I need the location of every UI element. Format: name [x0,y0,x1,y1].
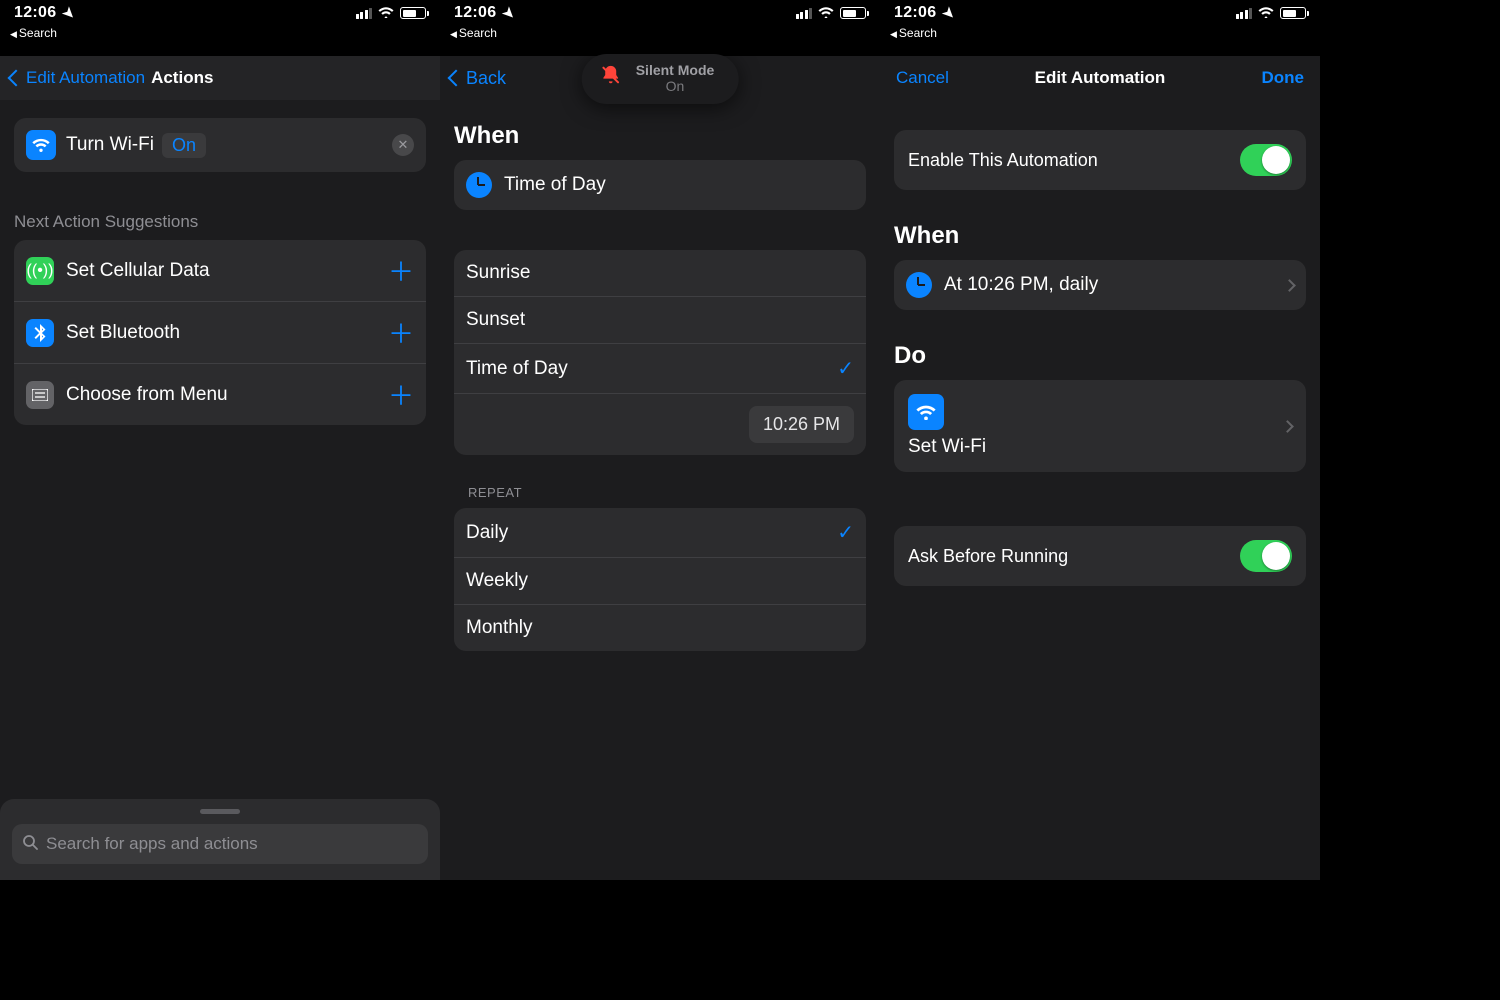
repeat-caption: REPEAT [468,485,866,500]
wifi-icon [378,5,394,22]
signal-icon [796,8,813,19]
status-time: 12:06 [454,4,496,22]
do-action-label: Set Wi-Fi [908,436,986,458]
wifi-icon [908,394,944,430]
add-icon[interactable]: ＋ [388,376,414,413]
do-row[interactable]: Set Wi-Fi [894,380,1306,472]
do-header: Do [894,342,1306,370]
ask-toggle[interactable] [1240,540,1292,572]
suggestion-label: Set Bluetooth [66,322,180,344]
enable-automation-row: Enable This Automation [894,130,1306,190]
battery-icon [1280,7,1306,19]
search-icon [22,834,38,855]
bluetooth-icon [26,319,54,347]
add-icon[interactable]: ＋ [388,252,414,289]
enable-label: Enable This Automation [908,150,1098,171]
time-option-time-of-day[interactable]: Time of Day ✓ [454,343,866,393]
option-label: Sunrise [466,262,530,284]
battery-icon [400,7,426,19]
back-button[interactable]: Back [450,68,506,89]
battery-icon [840,7,866,19]
check-icon: ✓ [837,520,854,545]
status-bar: 12:06 ➤ [0,0,440,26]
when-value: At 10:26 PM, daily [944,274,1098,296]
breadcrumb-back-app[interactable]: ◀Search [440,26,880,46]
breadcrumb-back-app[interactable]: ◀Search [880,26,1320,46]
suggestion-set-cellular[interactable]: ((•)) Set Cellular Data ＋ [14,240,426,301]
current-action-card[interactable]: Turn Wi-Fi On ✕ [14,118,426,172]
signal-icon [1236,8,1253,19]
action-label: Turn Wi-Fi [66,134,154,156]
option-label: Weekly [466,570,528,592]
wifi-icon [818,5,834,22]
suggestion-choose-from-menu[interactable]: Choose from Menu ＋ [14,363,426,425]
enable-toggle[interactable] [1240,144,1292,176]
trigger-label: Time of Day [504,174,606,196]
cellular-icon: ((•)) [26,257,54,285]
time-option-sunset[interactable]: Sunset [454,296,866,343]
back-button[interactable]: Edit Automation [10,68,145,88]
chevron-right-icon [1281,420,1294,433]
when-row[interactable]: At 10:26 PM, daily [894,260,1306,310]
silent-bell-icon [600,64,622,92]
repeat-daily[interactable]: Daily ✓ [454,508,866,557]
suggestion-label: Choose from Menu [66,384,228,406]
clock-icon [906,272,932,298]
clock-icon [466,172,492,198]
back-label: Edit Automation [26,68,145,88]
action-state[interactable]: On [162,133,206,158]
time-option-sunrise[interactable]: Sunrise [454,250,866,296]
remove-action-button[interactable]: ✕ [392,134,414,156]
navbar: Edit Automation Actions [0,56,440,100]
search-sheet[interactable]: Search for apps and actions [0,799,440,880]
suggestion-label: Set Cellular Data [66,260,210,282]
repeat-weekly[interactable]: Weekly [454,557,866,604]
location-arrow-icon: ➤ [939,3,960,24]
back-label: Back [466,68,506,89]
done-button[interactable]: Done [1262,68,1305,88]
status-time: 12:06 [894,4,936,22]
time-picker[interactable]: 10:26 PM [749,406,854,443]
cancel-button[interactable]: Cancel [896,68,949,88]
option-label: Sunset [466,309,525,331]
breadcrumb-back-app[interactable]: ◀Search [0,26,440,46]
suggestion-set-bluetooth[interactable]: Set Bluetooth ＋ [14,301,426,363]
chevron-left-icon [8,70,25,87]
repeat-monthly[interactable]: Monthly [454,604,866,651]
option-label: Daily [466,522,508,544]
check-icon: ✓ [837,356,854,381]
location-arrow-icon: ➤ [499,3,520,24]
signal-icon [356,8,373,19]
search-input[interactable]: Search for apps and actions [12,824,428,864]
wifi-icon [1258,5,1274,22]
ask-label: Ask Before Running [908,546,1068,567]
when-header: When [454,122,866,150]
add-icon[interactable]: ＋ [388,314,414,351]
time-picker-row: 10:26 PM [454,393,866,455]
silent-line1: Silent Mode [636,62,715,78]
silent-line2: On [636,78,715,94]
status-bar: 12:06 ➤ [440,0,880,26]
option-label: Time of Day [466,358,568,380]
chevron-right-icon [1283,279,1296,292]
navbar: Cancel Edit Automation Done [880,56,1320,100]
suggestions-header: Next Action Suggestions [14,212,426,232]
wifi-icon [26,130,56,160]
trigger-row[interactable]: Time of Day [454,160,866,210]
menu-icon [26,381,54,409]
status-time: 12:06 [14,4,56,22]
location-arrow-icon: ➤ [59,3,80,24]
ask-before-running-row: Ask Before Running [894,526,1306,586]
grabber-handle[interactable] [200,809,240,814]
option-label: Monthly [466,617,533,639]
chevron-left-icon [448,70,465,87]
when-header: When [894,222,1306,250]
status-bar: 12:06 ➤ [880,0,1320,26]
silent-mode-banner: Silent Mode On [582,54,739,104]
page-title: Actions [151,68,213,88]
search-placeholder: Search for apps and actions [46,834,258,854]
